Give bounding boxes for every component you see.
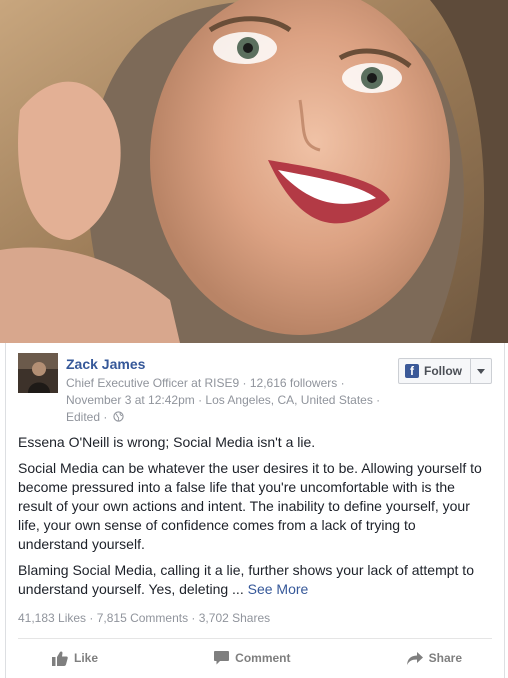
avatar[interactable] <box>18 353 58 393</box>
comment-label: Comment <box>235 651 291 665</box>
post-paragraph-last: Blaming Social Media, calling it a lie, … <box>18 561 488 599</box>
post-paragraph-text: Blaming Social Media, calling it a lie, … <box>18 562 474 597</box>
comment-button[interactable]: Comment <box>214 643 291 673</box>
post-card: Zack James Chief Executive Officer at RI… <box>5 343 505 678</box>
facebook-f-icon: f <box>405 364 419 378</box>
post-meta: Chief Executive Officer at RISE9 · 12,61… <box>66 375 396 426</box>
follow-label: Follow <box>424 364 462 378</box>
comment-bubble-icon <box>214 651 230 665</box>
share-label: Share <box>428 651 462 665</box>
author-name[interactable]: Zack James <box>66 356 145 372</box>
follow-button[interactable]: f Follow <box>398 358 492 384</box>
post-paragraph: Essena O'Neill is wrong; Social Media is… <box>18 434 316 450</box>
post-body: Essena O'Neill is wrong; Social Media is… <box>18 433 488 606</box>
follow-main[interactable]: f Follow <box>399 359 470 383</box>
meta-line-date[interactable]: November 3 at 12:42pm · Los Angeles, CA,… <box>66 392 396 409</box>
globe-icon <box>113 411 124 422</box>
post-stats[interactable]: 41,183 Likes · 7,815 Comments · 3,702 Sh… <box>18 611 270 625</box>
post-paragraph: Social Media can be whatever the user de… <box>18 460 482 552</box>
share-arrow-icon <box>406 651 423 665</box>
share-button[interactable]: Share <box>406 643 462 673</box>
see-more-link[interactable]: See More <box>248 581 309 597</box>
follow-options-button[interactable] <box>470 359 491 383</box>
meta-line-title: Chief Executive Officer at RISE9 · 12,61… <box>66 376 345 390</box>
divider <box>18 638 492 639</box>
thumbs-up-icon <box>52 650 68 666</box>
meta-line-edited: Edited · <box>66 409 396 426</box>
like-button[interactable]: Like <box>52 643 98 673</box>
post-photo[interactable] <box>0 0 508 343</box>
edited-label[interactable]: Edited · <box>66 410 107 424</box>
post-actions: Like Comment Share <box>6 643 504 673</box>
like-label: Like <box>74 651 99 665</box>
selfie-image <box>0 0 508 343</box>
chevron-down-icon <box>477 368 485 374</box>
